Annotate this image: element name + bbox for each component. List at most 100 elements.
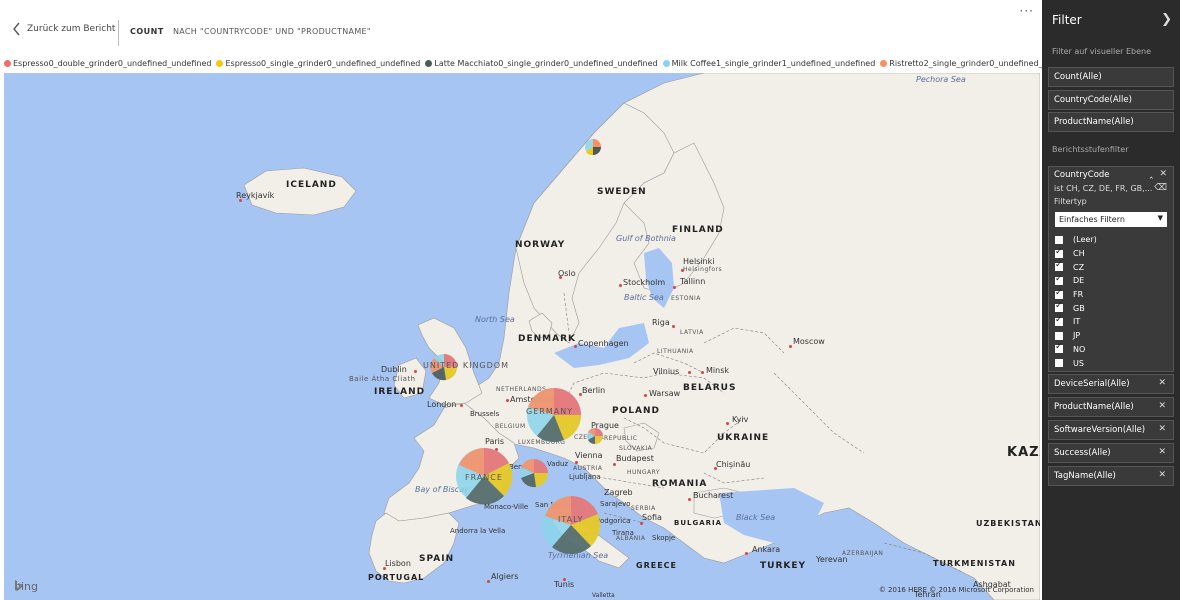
filter-card-label: Count(Alle) bbox=[1054, 72, 1102, 82]
map-label-city: Bern bbox=[509, 463, 526, 471]
map-label-country: SWEDEN bbox=[597, 187, 647, 197]
filter-card-count[interactable]: Count(Alle) bbox=[1048, 67, 1174, 87]
filter-card-softwareversion[interactable]: SoftwareVersion(Alle) ✕ bbox=[1048, 420, 1174, 440]
map-label-region: AUSTRIA bbox=[573, 465, 603, 472]
map-label-city: Helsinki bbox=[683, 257, 715, 266]
filter-pane-title: Filter bbox=[1052, 13, 1082, 27]
map-label-city: Budapest bbox=[616, 454, 654, 463]
legend-label: Milk Coffee1_single_grinder1_undefined_u… bbox=[671, 58, 876, 68]
legend-item[interactable]: Espresso0_double_grinder0_undefined_unde… bbox=[4, 59, 211, 68]
checkbox[interactable] bbox=[1055, 342, 1063, 354]
collapse-card-icon[interactable]: ‸ bbox=[1150, 168, 1153, 179]
map-label-country: NORWAY bbox=[515, 240, 566, 250]
map-label-region: HUNGARY bbox=[627, 469, 661, 476]
report-level-filters-label: Berichtsstufenfilter bbox=[1052, 145, 1129, 154]
filter-card-tagname[interactable]: TagName(Alle) ✕ bbox=[1048, 466, 1174, 486]
filter-option[interactable]: GB bbox=[1055, 301, 1097, 315]
filter-option[interactable]: JP bbox=[1055, 329, 1097, 343]
filter-option[interactable]: FR bbox=[1055, 288, 1097, 302]
remove-filter-icon[interactable]: ✕ bbox=[1158, 424, 1166, 434]
filter-option[interactable]: US bbox=[1055, 356, 1097, 370]
filter-option[interactable]: CZ bbox=[1055, 260, 1097, 274]
map-label-region: SLOVAKIA bbox=[619, 445, 653, 452]
checkbox[interactable] bbox=[1055, 301, 1063, 313]
filter-type-select[interactable]: Einfaches Filtern ▼ bbox=[1055, 212, 1167, 227]
filter-option[interactable]: DE bbox=[1055, 274, 1097, 288]
legend-item[interactable]: Milk Coffee1_single_grinder1_undefined_u… bbox=[662, 58, 876, 68]
map-label-city: San Marino bbox=[535, 501, 575, 509]
city-marker bbox=[789, 345, 792, 348]
map-label-country: DENMARK bbox=[518, 334, 576, 344]
checkbox[interactable] bbox=[1055, 274, 1063, 285]
filter-card-success[interactable]: Success(Alle) ✕ bbox=[1048, 443, 1174, 463]
clear-filter-icon[interactable]: ⌫ bbox=[1154, 183, 1167, 193]
checkbox[interactable] bbox=[1055, 315, 1063, 326]
filter-option-label: GB bbox=[1073, 303, 1085, 313]
map-label-region: LUXEMBOURG bbox=[518, 439, 566, 446]
visual-title-measure: COUNT bbox=[130, 27, 164, 36]
filter-type-label: Filtertyp bbox=[1054, 197, 1087, 206]
legend-item[interactable]: Latte Macchiato0_single_grinder0_undefin… bbox=[425, 59, 658, 68]
map-label-sea: Bay of Biscay bbox=[415, 485, 469, 494]
map-label-city: Helsingfors bbox=[683, 266, 723, 273]
checkbox[interactable] bbox=[1055, 260, 1063, 272]
filter-card-label: ProductName(Alle) bbox=[1054, 402, 1134, 412]
checkbox[interactable] bbox=[1055, 359, 1063, 368]
map-label-city: Vaduz bbox=[547, 460, 569, 468]
filter-option[interactable]: (Leer) bbox=[1055, 233, 1097, 247]
filter-card-productname[interactable]: ProductName(Alle) bbox=[1048, 112, 1174, 132]
checkbox[interactable] bbox=[1055, 288, 1063, 299]
checkbox[interactable] bbox=[1055, 331, 1063, 340]
filter-option[interactable]: NO bbox=[1055, 342, 1097, 357]
remove-filter-icon[interactable]: ✕ bbox=[1158, 447, 1166, 457]
collapse-pane-icon[interactable]: ❯ bbox=[1161, 12, 1172, 27]
filter-card-countrycode-expanded: CountryCode ‸ ✕ ist CH, CZ, DE, FR, GB,.… bbox=[1048, 166, 1174, 372]
city-marker bbox=[644, 394, 647, 397]
filter-option[interactable]: IT bbox=[1055, 315, 1097, 329]
remove-filter-icon[interactable]: ✕ bbox=[1159, 169, 1167, 179]
map-label-region: REPUBLIC bbox=[604, 435, 638, 442]
filter-summary: ist CH, CZ, DE, FR, GB,... bbox=[1054, 184, 1153, 193]
back-to-report-button[interactable]: Zurück zum Bericht bbox=[12, 22, 115, 36]
map-label-country: FINLAND bbox=[672, 225, 724, 235]
remove-filter-icon[interactable]: ✕ bbox=[1158, 401, 1166, 411]
map-label-city: Sofia bbox=[642, 513, 662, 522]
legend-label: Espresso0_single_grinder0_undefined_unde… bbox=[225, 58, 421, 68]
remove-filter-icon[interactable]: ✕ bbox=[1158, 470, 1166, 480]
city-marker bbox=[563, 578, 566, 581]
city-marker bbox=[239, 199, 242, 202]
pie-label: UNITED KINGDOM bbox=[423, 361, 509, 370]
map-label-country: KAZA bbox=[1007, 445, 1040, 460]
city-marker bbox=[575, 461, 578, 464]
filter-option[interactable]: CH bbox=[1055, 247, 1097, 261]
map-label-city: Amsterdam bbox=[510, 395, 557, 404]
map-visual[interactable]: ICELAND SWEDEN FINLAND NORWAY DENMARK IR… bbox=[4, 73, 1040, 600]
remove-filter-icon[interactable]: ✕ bbox=[1158, 378, 1166, 388]
legend-dot bbox=[4, 59, 11, 67]
more-options-icon[interactable]: ··· bbox=[1020, 4, 1034, 18]
map-label-city: Warsaw bbox=[649, 389, 681, 398]
filter-option-label: US bbox=[1073, 358, 1084, 368]
city-marker bbox=[726, 422, 729, 425]
legend-item[interactable]: Espresso0_single_grinder0_undefined_unde… bbox=[216, 59, 420, 68]
map-label-city: Andorra la Vella bbox=[450, 527, 506, 535]
filter-card-countrycode[interactable]: CountryCode(Alle) bbox=[1048, 90, 1174, 110]
map-label-country: BELARUS bbox=[683, 383, 737, 393]
map-label-region: SERBIA bbox=[631, 505, 656, 512]
filter-card-deviceserial[interactable]: DeviceSerial(Alle) ✕ bbox=[1048, 374, 1174, 394]
filter-card-label: Success(Alle) bbox=[1054, 448, 1111, 458]
map-label-country: PORTUGAL bbox=[368, 573, 425, 582]
map-label-country: ROMANIA bbox=[652, 479, 708, 489]
checkbox[interactable] bbox=[1055, 235, 1063, 244]
filter-options-list: (Leer) CH CZ DE FR GB IT JP NO US bbox=[1055, 233, 1097, 370]
city-marker bbox=[383, 567, 386, 570]
map-label-city: Berlin bbox=[582, 386, 606, 395]
checkbox[interactable] bbox=[1055, 247, 1063, 258]
legend-dot bbox=[662, 59, 670, 67]
map-label-country: ICELAND bbox=[286, 180, 337, 190]
chevron-left-icon bbox=[13, 22, 20, 36]
filter-card-productname-report[interactable]: ProductName(Alle) ✕ bbox=[1048, 397, 1174, 417]
map-label-city: Vienna bbox=[575, 451, 603, 460]
visual-header: Zurück zum Bericht COUNT NACH "COUNTRYCO… bbox=[0, 4, 1040, 48]
map-label-city: Minsk bbox=[706, 366, 729, 375]
